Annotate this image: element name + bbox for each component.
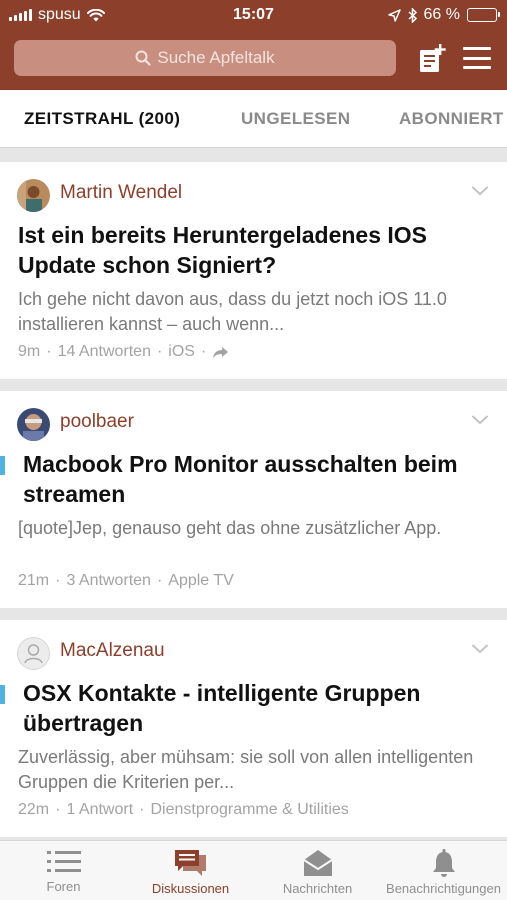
app-header: spusu 15:07 66 % Suche Apfeltalk	[0, 0, 507, 90]
post-author[interactable]: poolbaer	[60, 411, 134, 433]
chevron-down-icon[interactable]	[472, 644, 488, 654]
post-title[interactable]: Ist ein bereits Heruntergeladenes IOS Up…	[18, 220, 478, 280]
post-age: 22m	[18, 801, 50, 818]
nav-label: Foren	[46, 879, 81, 894]
reply-count: 1 Antwort	[66, 801, 134, 818]
bottom-tab-bar: Foren Diskussionen Nachrichten Benachric…	[0, 840, 507, 900]
meta-separator: ·	[200, 343, 207, 360]
post-excerpt: [quote]Jep, genauso geht das ohne zusätz…	[18, 518, 442, 538]
tab-bar-top: ZEITSTRAHL (200) UNGELESEN ABONNIERT	[0, 90, 507, 148]
avatar	[17, 179, 50, 212]
battery-percentage: 66 %	[423, 6, 460, 23]
forum-name[interactable]: Apple TV	[168, 572, 234, 590]
share-arrow-icon[interactable]	[212, 346, 229, 359]
envelope-icon	[302, 850, 333, 876]
post-author[interactable]: MacAlzenau	[60, 640, 165, 662]
tab-abonniert[interactable]: ABONNIERT	[399, 109, 504, 129]
post-meta: 22m · 1 Antwort · Dienstprogramme & Util…	[18, 801, 349, 819]
list-icon	[46, 851, 81, 872]
nav-benachrichtigungen[interactable]: Benachrichtigungen	[380, 841, 507, 900]
chevron-down-icon[interactable]	[472, 415, 488, 425]
discussion-item[interactable]: poolbaer Macbook Pro Monitor ausschalten…	[0, 391, 507, 608]
post-age: 9m	[18, 343, 41, 360]
forum-name[interactable]: iOS	[168, 343, 195, 361]
post-excerpt: Ich gehe nicht davon aus, dass du jetzt …	[18, 289, 447, 334]
new-post-icon[interactable]	[418, 43, 446, 73]
unread-indicator	[0, 685, 5, 704]
nav-foren[interactable]: Foren	[0, 841, 127, 900]
nav-label: Benachrichtigungen	[386, 881, 501, 896]
post-age: 21m	[18, 572, 50, 589]
nav-label: Diskussionen	[151, 881, 230, 896]
post-excerpt: Zuverlässig, aber mühsam: sie soll von a…	[18, 747, 474, 792]
post-title[interactable]: Macbook Pro Monitor ausschalten beim str…	[23, 449, 483, 509]
tab-ungelesen[interactable]: UNGELESEN	[241, 109, 350, 129]
meta-separator: ·	[55, 572, 61, 589]
reply-count: 14 Antworten	[57, 343, 151, 360]
post-meta: 9m · 14 Antworten · iOS ·	[18, 343, 229, 361]
tab-zeitstrahl[interactable]: ZEITSTRAHL (200)	[24, 109, 180, 129]
hamburger-menu-icon[interactable]	[463, 47, 491, 69]
avatar	[17, 408, 50, 441]
meta-separator: ·	[139, 801, 145, 818]
avatar	[17, 637, 50, 670]
meta-separator: ·	[156, 343, 163, 360]
reply-count: 3 Antworten	[66, 572, 151, 589]
meta-separator: ·	[46, 343, 52, 360]
status-bar: spusu 15:07 66 %	[0, 0, 507, 30]
chat-bubbles-icon	[174, 850, 206, 876]
bell-icon	[432, 849, 455, 877]
search-bar[interactable]: Suche Apfeltalk	[14, 40, 396, 76]
forum-name[interactable]: Dienstprogramme & Utilities	[150, 801, 348, 819]
nav-nachrichten[interactable]: Nachrichten	[254, 841, 381, 900]
post-meta: 21m · 3 Antworten · Apple TV	[18, 572, 234, 590]
meta-separator: ·	[156, 572, 163, 589]
post-author[interactable]: Martin Wendel	[60, 182, 182, 204]
post-title[interactable]: OSX Kontakte - intelligente Gruppen über…	[23, 678, 483, 738]
battery-icon	[467, 8, 500, 22]
nav-label: Nachrichten	[282, 881, 353, 896]
search-icon	[135, 50, 151, 66]
nav-diskussionen[interactable]: Diskussionen	[127, 841, 254, 900]
chevron-down-icon[interactable]	[472, 186, 488, 196]
search-placeholder: Suche Apfeltalk	[157, 48, 275, 67]
discussion-item[interactable]: Martin Wendel Ist ein bereits Herunterge…	[0, 162, 507, 379]
discussion-item[interactable]: MacAlzenau OSX Kontakte - intelligente G…	[0, 620, 507, 837]
bluetooth-icon	[408, 7, 417, 23]
location-arrow-icon	[387, 8, 401, 22]
unread-indicator	[0, 456, 5, 475]
meta-separator: ·	[55, 801, 61, 818]
